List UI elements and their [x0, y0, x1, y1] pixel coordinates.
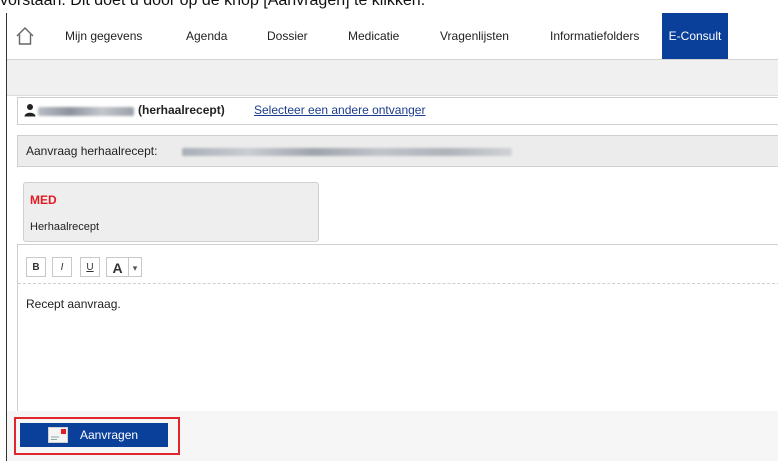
home-button[interactable]	[15, 25, 35, 47]
nav-item-e-consult[interactable]: E-Consult	[662, 13, 728, 59]
nav-item-vragenlijsten[interactable]: Vragenlijsten	[440, 13, 509, 59]
med-name: Herhaalrecept	[30, 221, 100, 233]
page-header-band	[7, 60, 778, 96]
medication-card: MED Herhaalrecept	[23, 182, 319, 242]
recipient-name-redacted	[38, 107, 134, 116]
request-summary-row: Aanvraag herhaalrecept:	[17, 135, 778, 167]
request-medication-redacted	[182, 148, 512, 156]
font-color-button[interactable]: A	[106, 257, 128, 277]
action-bar: Aanvragen	[7, 411, 778, 461]
message-text[interactable]: Recept aanvraag.	[26, 297, 121, 311]
nav-item-mijn-gegevens[interactable]: Mijn gegevens	[65, 13, 142, 59]
nav-item-agenda[interactable]: Agenda	[186, 13, 227, 59]
mail-icon	[48, 427, 68, 443]
submit-highlight-box: Aanvragen	[14, 417, 180, 455]
nav-item-medicatie[interactable]: Medicatie	[348, 13, 399, 59]
underline-button[interactable]: U	[80, 257, 100, 277]
aanvragen-button[interactable]: Aanvragen	[20, 423, 168, 447]
nav-item-informatiefolders[interactable]: Informatiefolders	[550, 13, 639, 59]
aanvragen-label: Aanvragen	[80, 428, 139, 442]
nav-item-dossier[interactable]: Dossier	[267, 13, 308, 59]
request-label: Aanvraag herhaalrecept:	[26, 144, 158, 158]
select-other-recipient-link[interactable]: Selecteer een andere ontvanger	[254, 103, 425, 117]
bold-button[interactable]: B	[26, 257, 46, 277]
italic-button[interactable]: I	[52, 257, 72, 277]
recipient-row: (herhaalrecept) Selecteer een andere ont…	[17, 97, 778, 125]
person-icon	[24, 104, 36, 117]
font-color-dropdown[interactable]: ▾	[128, 257, 142, 277]
top-navigation: Mijn gegevens Agenda Dossier Medicatie V…	[7, 13, 778, 60]
home-icon	[16, 27, 34, 45]
editor-toolbar: B I U A ▾	[18, 245, 778, 284]
instruction-caption: vorstaan. Dit doet u door op de knop [Aa…	[0, 0, 426, 9]
message-editor: B I U A ▾ Recept aanvraag.	[17, 244, 778, 413]
app-frame: Mijn gegevens Agenda Dossier Medicatie V…	[6, 13, 778, 461]
recipient-type-label: (herhaalrecept)	[138, 103, 225, 117]
med-code: MED	[30, 193, 57, 207]
